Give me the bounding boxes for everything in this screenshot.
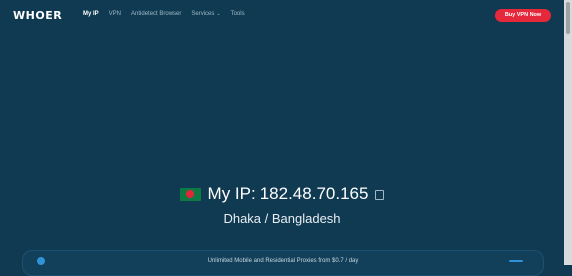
- nav-item-my-ip[interactable]: My IP: [83, 11, 99, 17]
- ip-label: My IP:: [207, 184, 256, 203]
- ip-address: 182.48.70.165: [259, 184, 369, 203]
- nav-item-vpn[interactable]: VPN: [109, 11, 121, 17]
- proxy-promo-banner[interactable]: Unlimited Mobile and Residential Proxies…: [22, 250, 544, 276]
- ip-line: My IP: 182.48.70.165: [179, 184, 385, 204]
- nav-item-services[interactable]: Services ⌄: [191, 11, 220, 17]
- bangladesh-flag-icon: [179, 187, 201, 201]
- ip-info: My IP: 182.48.70.165 Dhaka / Bangladesh: [0, 184, 564, 226]
- banner-text: Unlimited Mobile and Residential Proxies…: [207, 258, 359, 264]
- page-scrollbar[interactable]: [564, 0, 572, 265]
- nav-item-antidetect-browser[interactable]: Antidetect Browser: [131, 11, 181, 17]
- scrollbar-thumb[interactable]: [566, 2, 570, 34]
- top-navbar: WHOER My IP VPN Antidetect Browser Servi…: [0, 0, 564, 30]
- chevron-down-icon: ⌄: [216, 11, 221, 17]
- banner-action[interactable]: [509, 260, 523, 262]
- buy-vpn-button[interactable]: Buy VPN Now: [495, 9, 551, 22]
- logo[interactable]: WHOER: [13, 9, 62, 22]
- flag-disc: [185, 190, 194, 198]
- ip-location: Dhaka / Bangladesh: [223, 210, 341, 226]
- main-nav: My IP VPN Antidetect Browser Services ⌄ T…: [83, 11, 245, 17]
- nav-item-tools[interactable]: Tools: [231, 11, 245, 17]
- copy-icon[interactable]: [375, 190, 385, 200]
- nav-item-services-label: Services: [191, 11, 215, 17]
